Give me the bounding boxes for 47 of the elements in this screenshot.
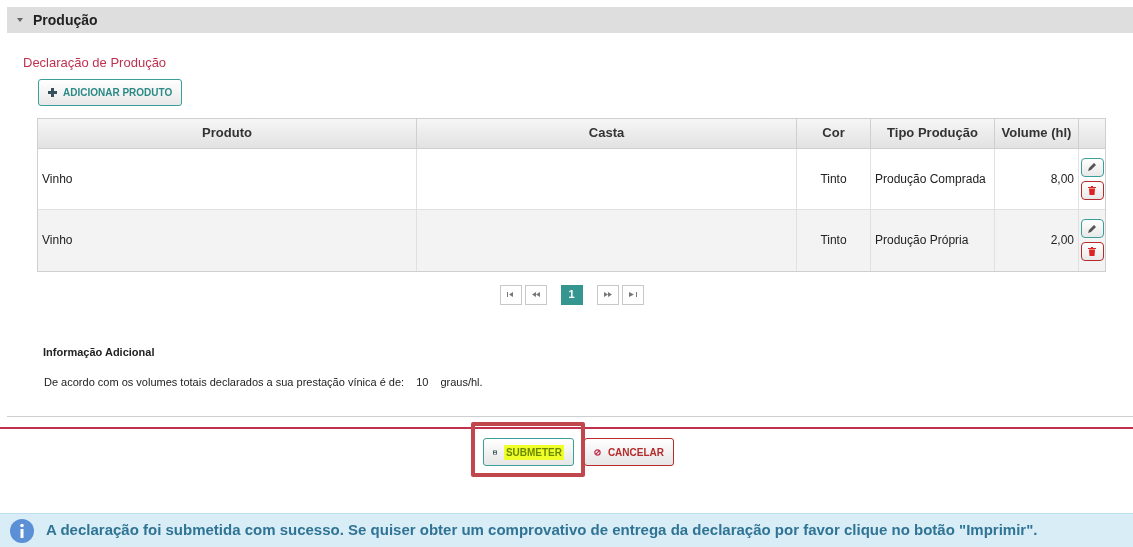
form-subtitle: Declaração de Produção — [23, 55, 167, 70]
table-cell-text: 8,00 — [1050, 170, 1074, 188]
prohibited-icon — [594, 447, 601, 457]
table-cell-text: Vinho — [42, 232, 73, 249]
cancel-label: CANCELAR — [607, 445, 664, 460]
collapse-caret-icon — [17, 18, 23, 22]
column-header: Cor — [797, 118, 871, 148]
table-cell-text: 2,00 — [1050, 232, 1074, 249]
next-page-icon — [603, 292, 612, 297]
previous-page-button[interactable] — [524, 284, 547, 305]
cancel-button[interactable]: CANCELAR — [584, 438, 674, 466]
first-page-icon — [506, 292, 515, 297]
info-title: Informação Adicional — [43, 345, 155, 358]
info-icon — [10, 518, 34, 543]
edit-button[interactable] — [1080, 219, 1104, 238]
plus-icon — [48, 87, 57, 97]
column-header: Casta — [417, 118, 797, 148]
table-cell-text: Tinto — [820, 170, 847, 188]
submit-label: SUBMETER — [503, 444, 564, 460]
next-page-button[interactable] — [596, 284, 619, 305]
info-value: 10 — [416, 374, 429, 390]
pencil-icon — [1088, 224, 1096, 233]
column-header: Produto — [38, 118, 417, 148]
submit-button[interactable]: SUBMETER — [483, 438, 574, 466]
table-cell-text: Vinho — [42, 170, 73, 188]
info-unit: graus/hl. — [440, 374, 483, 390]
table-cell-text: Tinto — [820, 232, 847, 249]
trash-icon — [1088, 247, 1096, 256]
last-page-icon — [628, 292, 637, 297]
column-header: Volume (hl) — [995, 118, 1079, 148]
section-header[interactable]: Produção — [7, 7, 1133, 33]
trash-icon — [1088, 185, 1096, 195]
alert-message: A declaração foi submetida com sucesso. Se quiser obter um comprovativo de entrega da declaração por favor clique no botão "Imprimir". — [46, 520, 1038, 541]
page-button[interactable]: 1 — [560, 284, 583, 305]
section-title: Produção — [33, 10, 98, 30]
pencil-icon — [1088, 163, 1096, 171]
last-page-button[interactable] — [621, 284, 644, 305]
edit-button[interactable] — [1080, 157, 1104, 177]
first-page-button[interactable] — [499, 284, 522, 305]
delete-button[interactable] — [1080, 180, 1104, 200]
table-cell-text: Produção Comprada — [875, 170, 986, 188]
column-header: Tipo Produção — [871, 118, 995, 148]
previous-page-icon — [531, 292, 540, 297]
add-product-button[interactable]: ADICIONAR PRODUTO — [38, 78, 183, 106]
delete-button[interactable] — [1080, 242, 1104, 261]
info-text: De acordo com os volumes totais declarados a sua prestação vínica é de: — [44, 374, 405, 390]
table-cell-text: Produção Própria — [875, 232, 969, 249]
